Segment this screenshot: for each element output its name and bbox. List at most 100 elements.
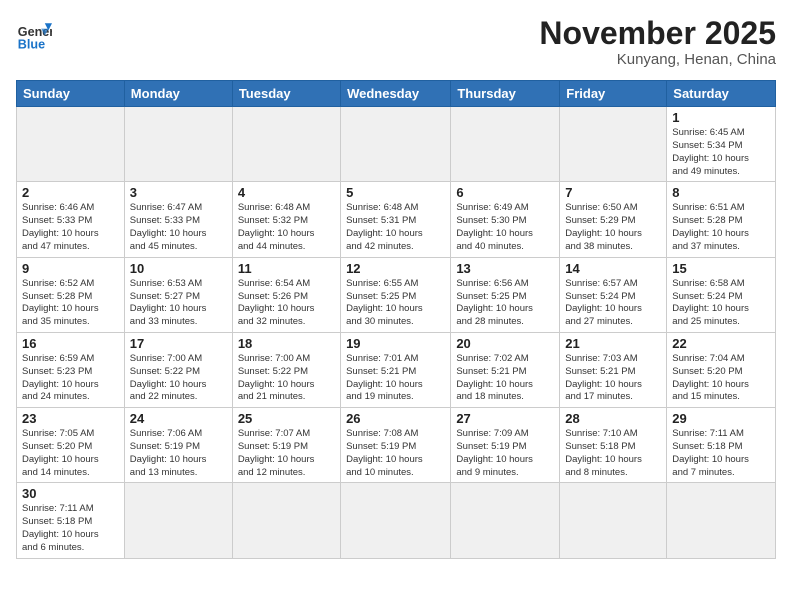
- cell-sun-info: Sunrise: 7:00 AM Sunset: 5:22 PM Dayligh…: [130, 353, 227, 404]
- day-number: 28: [565, 411, 661, 426]
- calendar-cell: [232, 107, 340, 182]
- calendar-cell: 23 Sunrise: 7:05 AM Sunset: 5:20 PM Dayli…: [17, 408, 125, 483]
- calendar-cell: [124, 483, 232, 558]
- cell-sun-info: Sunrise: 6:57 AM Sunset: 5:24 PM Dayligh…: [565, 278, 661, 329]
- day-number: 11: [238, 261, 335, 276]
- day-number: 19: [346, 336, 445, 351]
- cell-sun-info: Sunrise: 6:45 AM Sunset: 5:34 PM Dayligh…: [672, 127, 770, 178]
- cell-sun-info: Sunrise: 6:47 AM Sunset: 5:33 PM Dayligh…: [130, 202, 227, 253]
- day-number: 10: [130, 261, 227, 276]
- weekday-header-tuesday: Tuesday: [232, 81, 340, 107]
- calendar-week-row: 23 Sunrise: 7:05 AM Sunset: 5:20 PM Dayli…: [17, 408, 776, 483]
- calendar-cell: 14 Sunrise: 6:57 AM Sunset: 5:24 PM Dayli…: [560, 257, 667, 332]
- calendar-cell: [232, 483, 340, 558]
- day-number: 30: [22, 486, 119, 501]
- cell-sun-info: Sunrise: 6:49 AM Sunset: 5:30 PM Dayligh…: [456, 202, 554, 253]
- weekday-header-row: SundayMondayTuesdayWednesdayThursdayFrid…: [17, 81, 776, 107]
- cell-sun-info: Sunrise: 7:03 AM Sunset: 5:21 PM Dayligh…: [565, 353, 661, 404]
- calendar-cell: 22 Sunrise: 7:04 AM Sunset: 5:20 PM Dayli…: [667, 332, 776, 407]
- calendar-cell: 5Sunrise: 6:48 AM Sunset: 5:31 PM Daylig…: [341, 182, 451, 257]
- calendar-cell: 18Sunrise: 7:00 AM Sunset: 5:22 PM Dayli…: [232, 332, 340, 407]
- calendar-cell: 15 Sunrise: 6:58 AM Sunset: 5:24 PM Dayli…: [667, 257, 776, 332]
- svg-text:Blue: Blue: [18, 37, 45, 51]
- calendar-cell: [451, 107, 560, 182]
- cell-sun-info: Sunrise: 6:58 AM Sunset: 5:24 PM Dayligh…: [672, 278, 770, 329]
- cell-sun-info: Sunrise: 6:50 AM Sunset: 5:29 PM Dayligh…: [565, 202, 661, 253]
- weekday-header-wednesday: Wednesday: [341, 81, 451, 107]
- weekday-header-saturday: Saturday: [667, 81, 776, 107]
- calendar-cell: 13 Sunrise: 6:56 AM Sunset: 5:25 PM Dayli…: [451, 257, 560, 332]
- cell-sun-info: Sunrise: 7:07 AM Sunset: 5:19 PM Dayligh…: [238, 428, 335, 479]
- cell-sun-info: Sunrise: 7:04 AM Sunset: 5:20 PM Dayligh…: [672, 353, 770, 404]
- calendar-cell: 9 Sunrise: 6:52 AM Sunset: 5:28 PM Daylig…: [17, 257, 125, 332]
- location-subtitle: Kunyang, Henan, China: [539, 51, 776, 68]
- day-number: 5: [346, 185, 445, 200]
- calendar-cell: 8Sunrise: 6:51 AM Sunset: 5:28 PM Daylig…: [667, 182, 776, 257]
- cell-sun-info: Sunrise: 6:48 AM Sunset: 5:32 PM Dayligh…: [238, 202, 335, 253]
- calendar-cell: 12 Sunrise: 6:55 AM Sunset: 5:25 PM Dayli…: [341, 257, 451, 332]
- day-number: 1: [672, 110, 770, 125]
- day-number: 12: [346, 261, 445, 276]
- cell-sun-info: Sunrise: 6:56 AM Sunset: 5:25 PM Dayligh…: [456, 278, 554, 329]
- day-number: 22: [672, 336, 770, 351]
- cell-sun-info: Sunrise: 6:53 AM Sunset: 5:27 PM Dayligh…: [130, 278, 227, 329]
- day-number: 24: [130, 411, 227, 426]
- cell-sun-info: Sunrise: 7:10 AM Sunset: 5:18 PM Dayligh…: [565, 428, 661, 479]
- month-title: November 2025: [539, 16, 776, 51]
- cell-sun-info: Sunrise: 7:09 AM Sunset: 5:19 PM Dayligh…: [456, 428, 554, 479]
- day-number: 14: [565, 261, 661, 276]
- calendar-cell: 11Sunrise: 6:54 AM Sunset: 5:26 PM Dayli…: [232, 257, 340, 332]
- day-number: 25: [238, 411, 335, 426]
- day-number: 29: [672, 411, 770, 426]
- day-number: 6: [456, 185, 554, 200]
- calendar-week-row: 16Sunrise: 6:59 AM Sunset: 5:23 PM Dayli…: [17, 332, 776, 407]
- calendar-cell: [124, 107, 232, 182]
- day-number: 18: [238, 336, 335, 351]
- calendar-cell: 17Sunrise: 7:00 AM Sunset: 5:22 PM Dayli…: [124, 332, 232, 407]
- calendar-cell: [17, 107, 125, 182]
- cell-sun-info: Sunrise: 6:52 AM Sunset: 5:28 PM Dayligh…: [22, 278, 119, 329]
- title-block: November 2025 Kunyang, Henan, China: [539, 16, 776, 68]
- cell-sun-info: Sunrise: 7:08 AM Sunset: 5:19 PM Dayligh…: [346, 428, 445, 479]
- calendar-cell: 21 Sunrise: 7:03 AM Sunset: 5:21 PM Dayli…: [560, 332, 667, 407]
- day-number: 21: [565, 336, 661, 351]
- calendar-cell: 25 Sunrise: 7:07 AM Sunset: 5:19 PM Dayli…: [232, 408, 340, 483]
- day-number: 16: [22, 336, 119, 351]
- cell-sun-info: Sunrise: 7:01 AM Sunset: 5:21 PM Dayligh…: [346, 353, 445, 404]
- calendar-week-row: 30Sunrise: 7:11 AM Sunset: 5:18 PM Dayli…: [17, 483, 776, 558]
- calendar-cell: [341, 107, 451, 182]
- day-number: 2: [22, 185, 119, 200]
- calendar-cell: [667, 483, 776, 558]
- calendar-table: SundayMondayTuesdayWednesdayThursdayFrid…: [16, 80, 776, 559]
- calendar-cell: 7 Sunrise: 6:50 AM Sunset: 5:29 PM Daylig…: [560, 182, 667, 257]
- calendar-cell: 16Sunrise: 6:59 AM Sunset: 5:23 PM Dayli…: [17, 332, 125, 407]
- calendar-cell: 28 Sunrise: 7:10 AM Sunset: 5:18 PM Dayli…: [560, 408, 667, 483]
- cell-sun-info: Sunrise: 7:11 AM Sunset: 5:18 PM Dayligh…: [672, 428, 770, 479]
- calendar-cell: 26Sunrise: 7:08 AM Sunset: 5:19 PM Dayli…: [341, 408, 451, 483]
- calendar-week-row: 9 Sunrise: 6:52 AM Sunset: 5:28 PM Daylig…: [17, 257, 776, 332]
- cell-sun-info: Sunrise: 7:05 AM Sunset: 5:20 PM Dayligh…: [22, 428, 119, 479]
- logo: General Blue: [16, 16, 52, 52]
- day-number: 7: [565, 185, 661, 200]
- day-number: 23: [22, 411, 119, 426]
- weekday-header-monday: Monday: [124, 81, 232, 107]
- calendar-cell: [560, 483, 667, 558]
- calendar-cell: 4Sunrise: 6:48 AM Sunset: 5:32 PM Daylig…: [232, 182, 340, 257]
- calendar-cell: 30Sunrise: 7:11 AM Sunset: 5:18 PM Dayli…: [17, 483, 125, 558]
- calendar-cell: 19 Sunrise: 7:01 AM Sunset: 5:21 PM Dayli…: [341, 332, 451, 407]
- day-number: 9: [22, 261, 119, 276]
- day-number: 27: [456, 411, 554, 426]
- weekday-header-sunday: Sunday: [17, 81, 125, 107]
- cell-sun-info: Sunrise: 7:06 AM Sunset: 5:19 PM Dayligh…: [130, 428, 227, 479]
- cell-sun-info: Sunrise: 6:55 AM Sunset: 5:25 PM Dayligh…: [346, 278, 445, 329]
- calendar-cell: 10 Sunrise: 6:53 AM Sunset: 5:27 PM Dayli…: [124, 257, 232, 332]
- calendar-cell: [451, 483, 560, 558]
- calendar-week-row: 2Sunrise: 6:46 AM Sunset: 5:33 PM Daylig…: [17, 182, 776, 257]
- calendar-cell: [341, 483, 451, 558]
- day-number: 15: [672, 261, 770, 276]
- calendar-cell: 3Sunrise: 6:47 AM Sunset: 5:33 PM Daylig…: [124, 182, 232, 257]
- day-number: 13: [456, 261, 554, 276]
- calendar-cell: 6 Sunrise: 6:49 AM Sunset: 5:30 PM Daylig…: [451, 182, 560, 257]
- cell-sun-info: Sunrise: 6:51 AM Sunset: 5:28 PM Dayligh…: [672, 202, 770, 253]
- calendar-week-row: 1 Sunrise: 6:45 AM Sunset: 5:34 PM Daylig…: [17, 107, 776, 182]
